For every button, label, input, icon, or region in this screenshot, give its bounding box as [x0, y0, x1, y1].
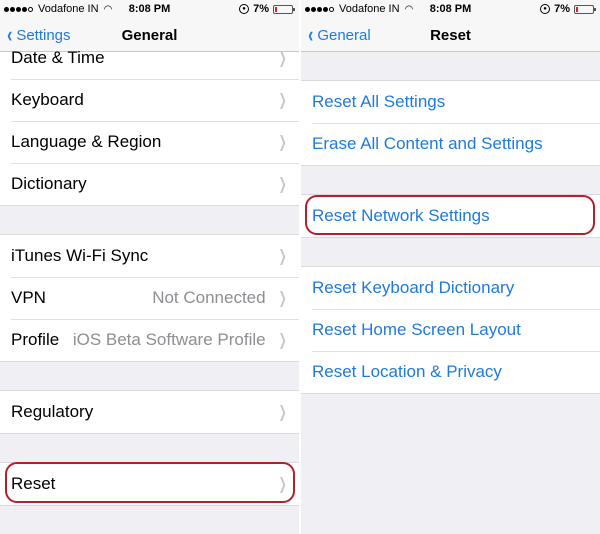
row-label: VPN [11, 288, 46, 307]
row-label: Regulatory [11, 402, 94, 421]
chevron-right-icon: ❯ [278, 290, 287, 307]
row-label: Reset Location & Privacy [312, 362, 502, 381]
general-settings-screen: Vodafone IN ◠ 8:08 PM ● 7% ‹ Settings Ge… [0, 0, 299, 534]
reset-screen: Vodafone IN ◠ 8:08 PM ● 7% ‹ General Res… [301, 0, 600, 534]
page-title: Reset [430, 27, 471, 44]
chevron-right-icon: ❯ [278, 248, 287, 265]
chevron-right-icon: ❯ [278, 176, 287, 193]
chevron-right-icon: ❯ [278, 404, 287, 421]
profile-value: iOS Beta Software Profile [72, 330, 266, 349]
reset-home-screen-layout-button[interactable]: Reset Home Screen Layout [301, 309, 600, 351]
row-label: Reset [11, 474, 56, 493]
row-label: Dictionary [11, 174, 87, 193]
row-label: Reset All Settings [312, 92, 446, 111]
battery-icon [574, 4, 596, 14]
chevron-right-icon: ❯ [278, 50, 287, 67]
row-label: Profile [11, 330, 60, 349]
navigation-bar: ‹ General Reset [301, 20, 600, 52]
settings-group: Date & Time ❯ Keyboard ❯ Language & Region… [0, 36, 299, 206]
vpn-status: Not Connected [152, 288, 266, 307]
status-bar: Vodafone IN ◠ 8:08 PM ● 7% [301, 0, 600, 20]
row-label: iTunes Wi-Fi Sync [11, 246, 149, 265]
row-label: Date & Time [11, 48, 105, 67]
reset-group: Reset Network Settings [301, 194, 600, 238]
row-label: Language & Region [11, 132, 162, 151]
battery-percent: 7% [253, 3, 269, 15]
row-label: Erase All Content and Settings [312, 134, 543, 153]
row-label: Reset Network Settings [312, 206, 490, 225]
settings-group: Regulatory ❯ [0, 390, 299, 434]
list-item-itunes-wifi-sync[interactable]: iTunes Wi-Fi Sync ❯ [0, 235, 299, 277]
chevron-right-icon: ❯ [278, 134, 287, 151]
list-item-profile[interactable]: Profile iOS Beta Software Profile ❯ [0, 319, 299, 361]
list-item-date-time[interactable]: Date & Time ❯ [0, 37, 299, 79]
reset-location-privacy-button[interactable]: Reset Location & Privacy [301, 351, 600, 393]
row-label: Reset Home Screen Layout [312, 320, 521, 339]
battery-percent: 7% [554, 3, 570, 15]
settings-group: Reset ❯ [0, 462, 299, 506]
chevron-right-icon: ❯ [278, 332, 287, 349]
status-bar: Vodafone IN ◠ 8:08 PM ● 7% [0, 0, 299, 20]
chevron-right-icon: ❯ [278, 92, 287, 109]
list-item-dictionary[interactable]: Dictionary ❯ [0, 163, 299, 205]
settings-group: iTunes Wi-Fi Sync ❯ VPN Not Connected ❯ Pro… [0, 234, 299, 362]
orientation-lock-icon: ● [540, 4, 551, 14]
list-item-language-region[interactable]: Language & Region ❯ [0, 121, 299, 163]
list-item-keyboard[interactable]: Keyboard ❯ [0, 79, 299, 121]
reset-keyboard-dictionary-button[interactable]: Reset Keyboard Dictionary [301, 267, 600, 309]
battery-icon [273, 4, 295, 14]
row-label: Reset Keyboard Dictionary [312, 278, 515, 297]
reset-network-settings-button[interactable]: Reset Network Settings [301, 195, 600, 237]
erase-all-content-button[interactable]: Erase All Content and Settings [301, 123, 600, 165]
reset-group: Reset All Settings Erase All Content and… [301, 80, 600, 166]
list-item-regulatory[interactable]: Regulatory ❯ [0, 391, 299, 433]
reset-all-settings-button[interactable]: Reset All Settings [301, 81, 600, 123]
reset-group: Reset Keyboard Dictionary Reset Home Scr… [301, 266, 600, 394]
orientation-lock-icon: ● [239, 4, 250, 14]
chevron-right-icon: ❯ [278, 476, 287, 493]
row-label: Keyboard [11, 90, 84, 109]
list-item-vpn[interactable]: VPN Not Connected ❯ [0, 277, 299, 319]
list-item-reset[interactable]: Reset ❯ [0, 463, 299, 505]
